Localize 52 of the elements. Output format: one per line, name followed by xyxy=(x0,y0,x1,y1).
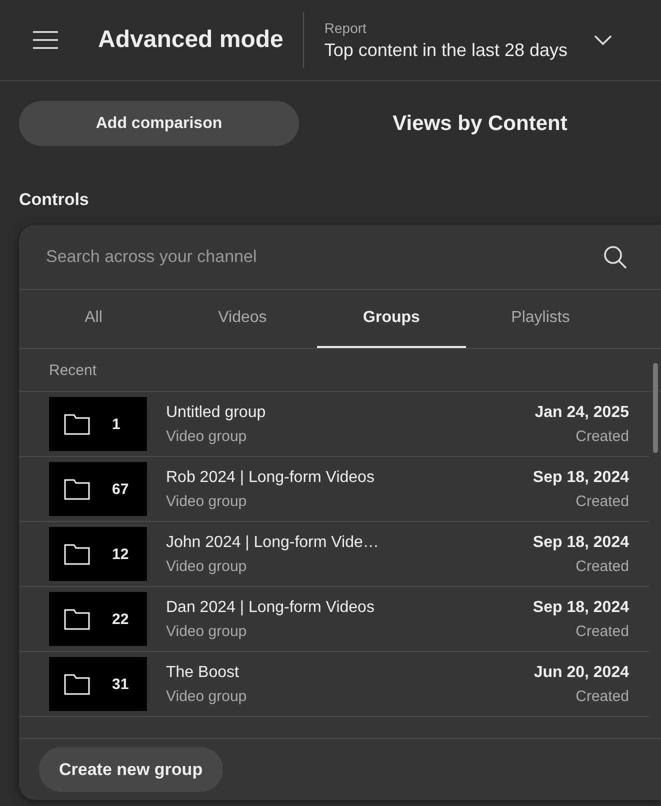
chevron-down-icon[interactable] xyxy=(594,35,612,45)
group-row[interactable]: 31 The Boost Video group Jun 20, 2024 Created xyxy=(19,652,649,717)
folder-icon xyxy=(64,608,90,630)
controls-label: Controls xyxy=(19,190,90,210)
page-title: Advanced mode xyxy=(98,26,284,54)
tab[interactable]: Groups xyxy=(317,290,466,348)
scrollbar-thumb[interactable] xyxy=(653,363,658,453)
group-status: Created xyxy=(576,622,629,640)
group-row[interactable]: 1 Untitled group Video group Jan 24, 2025 Created xyxy=(19,392,649,457)
video-count: 22 xyxy=(112,610,130,628)
video-count: 1 xyxy=(112,416,122,432)
video-count: 31 xyxy=(112,676,130,692)
group-type: Video group xyxy=(166,688,248,704)
report-label: Report xyxy=(324,20,368,36)
chart-heading: Views by Content xyxy=(392,112,568,136)
search-icon[interactable] xyxy=(603,245,627,269)
group-status: Created xyxy=(576,492,629,510)
group-row[interactable]: 67 Rob 2024 | Long-form Videos Video group Sep 18, 2024 Created xyxy=(19,457,649,522)
group-date: Sep 18, 2024 xyxy=(532,598,629,616)
folder-icon xyxy=(64,674,90,694)
group-date: Jun 20, 2024 xyxy=(534,664,629,682)
group-row[interactable]: 22 Dan 2024 | Long-form Videos Video group Sep 18, 2024 Created xyxy=(19,587,649,652)
video-count: 12 xyxy=(112,546,130,562)
menu-icon[interactable] xyxy=(33,31,58,49)
group-type: Video group xyxy=(166,492,248,510)
group-date: Sep 18, 2024 xyxy=(532,534,629,552)
tab[interactable]: Videos xyxy=(168,290,317,348)
group-title: Dan 2024 | Long-form Videos xyxy=(166,598,376,616)
group-title: John 2024 | Long-form Vide… xyxy=(166,534,380,552)
group-type: Video group xyxy=(166,558,248,574)
folder-icon xyxy=(64,414,90,434)
group-title: Rob 2024 | Long-form Videos xyxy=(166,468,376,486)
group-row[interactable]: 12 John 2024 | Long-form Vide… Video group Sep 18, 2024 Created xyxy=(19,522,649,587)
group-type: Video group xyxy=(166,622,248,640)
group-type: Video group xyxy=(166,428,248,444)
video-count: 67 xyxy=(112,480,130,498)
search-field[interactable]: Search across your channel xyxy=(44,246,603,268)
report-selector[interactable]: Top content in the last 28 days xyxy=(324,40,568,60)
group-date: Sep 18, 2024 xyxy=(532,468,629,486)
group-status: Created xyxy=(576,558,629,574)
group-title: The Boost xyxy=(166,664,240,682)
group-title: Untitled group xyxy=(166,404,267,422)
tab[interactable]: Playlists xyxy=(466,290,615,348)
group-status: Created xyxy=(576,428,629,444)
folder-icon xyxy=(64,544,90,564)
create-group-button[interactable]: Create new group xyxy=(39,747,223,792)
tab[interactable]: All xyxy=(19,290,168,348)
folder-icon xyxy=(64,478,90,500)
section-label: Recent xyxy=(49,362,97,378)
add-comparison-button[interactable]: Add comparison xyxy=(19,101,299,146)
group-date: Jan 24, 2025 xyxy=(534,404,629,422)
group-status: Created xyxy=(576,688,629,704)
